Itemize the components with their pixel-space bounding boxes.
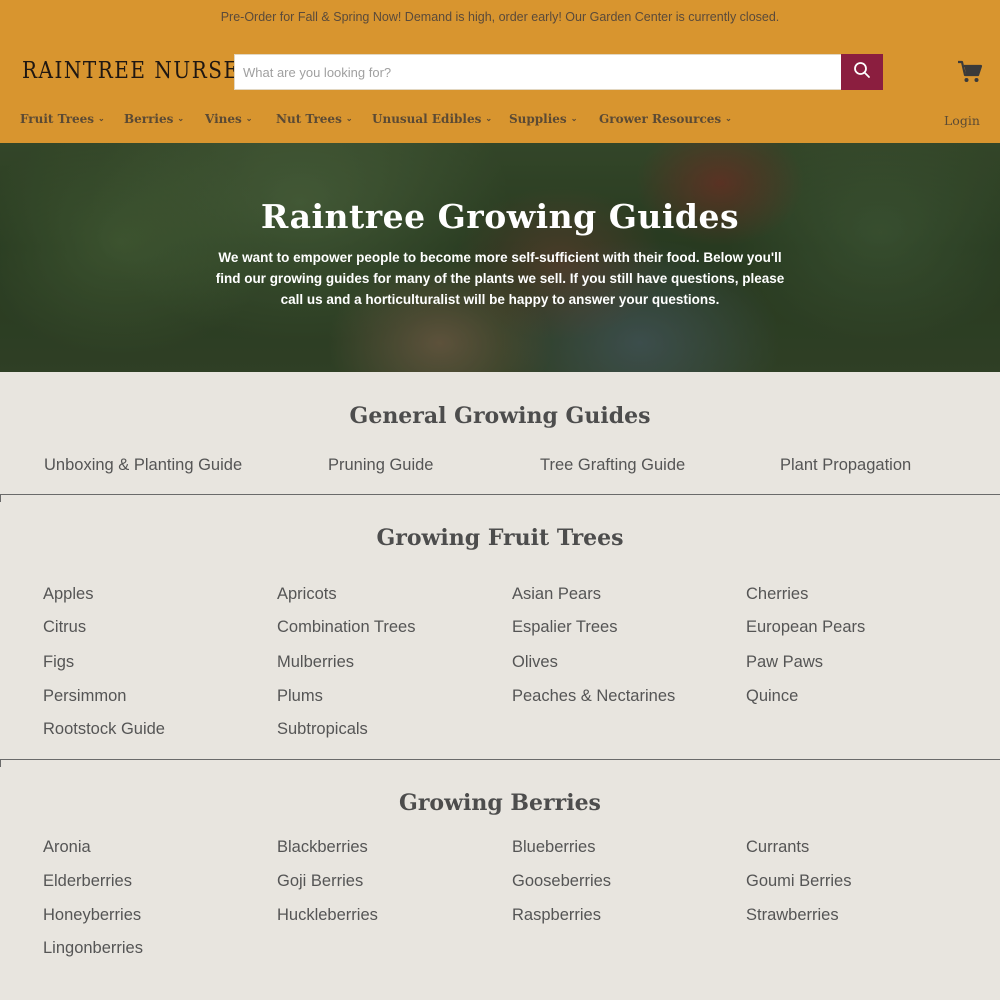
section-title-general: General Growing Guides [349,403,651,429]
section-divider [0,759,1000,760]
guide-link[interactable]: Strawberries [746,906,839,925]
guide-link[interactable]: Raspberries [512,906,601,925]
guide-link[interactable]: Pruning Guide [328,456,434,475]
guide-link[interactable]: Elderberries [43,872,132,891]
announcement-bar: Pre-Order for Fall & Spring Now! Demand … [220,10,780,24]
guide-link[interactable]: Olives [512,653,558,672]
chevron-down-icon: ⌄ [485,113,493,123]
nav-item-nut-trees[interactable]: Nut Trees ⌄ [276,112,353,126]
hero-description: We want to empower people to become more… [215,250,785,307]
page-title: Raintree Growing Guides [260,197,740,236]
guide-link[interactable]: Plums [277,687,323,706]
guide-link[interactable]: Honeyberries [43,906,141,925]
hero-banner: Raintree Growing Guides We want to empow… [0,143,1000,372]
nav-item-unusual-edibles[interactable]: Unusual Edibles ⌄ [372,112,492,126]
nav-label: Fruit Trees [20,112,95,126]
guide-link[interactable]: Tree Grafting Guide [540,456,685,475]
guide-link[interactable]: Huckleberries [277,906,378,925]
guide-link[interactable]: Lingonberries [43,939,143,958]
nav-label: Unusual Edibles [372,112,482,126]
guide-link[interactable]: Asian Pears [512,585,601,604]
chevron-down-icon: ⌄ [345,113,353,123]
guide-link[interactable]: Gooseberries [512,872,611,891]
nav-label: Nut Trees [276,112,342,126]
guide-link[interactable]: Apples [43,585,93,604]
guide-link[interactable]: Currants [746,838,809,857]
login-link[interactable]: Login [944,113,980,128]
divider-tick [0,494,1,502]
guide-link[interactable]: Persimmon [43,687,126,706]
guide-link[interactable]: Unboxing & Planting Guide [44,456,242,475]
nav-label: Berries [124,112,174,126]
search-button[interactable] [841,54,883,90]
guide-link[interactable]: Subtropicals [277,720,368,739]
guide-link[interactable]: Peaches & Nectarines [512,687,675,706]
cart-icon[interactable] [957,60,983,84]
chevron-down-icon: ⌄ [245,113,253,123]
main-nav: Fruit Trees ⌄ Berries ⌄ Vines ⌄ Nut Trees ⌄ … [0,108,1000,134]
guide-link[interactable]: Cherries [746,585,808,604]
chevron-down-icon: ⌄ [570,113,578,123]
guide-link[interactable]: Combination Trees [277,618,416,637]
search-bar [234,54,883,90]
guide-link[interactable]: Paw Paws [746,653,823,672]
nav-label: Vines [205,112,242,126]
nav-item-berries[interactable]: Berries ⌄ [124,112,184,126]
guide-link[interactable]: Rootstock Guide [43,720,165,739]
site-logo[interactable]: RAINTREE NURSERY [22,56,270,84]
guide-link[interactable]: Goumi Berries [746,872,851,891]
nav-item-vines[interactable]: Vines ⌄ [205,112,252,126]
chevron-down-icon: ⌄ [177,113,185,123]
chevron-down-icon: ⌄ [98,113,105,123]
guide-link[interactable]: Citrus [43,618,86,637]
guide-link[interactable]: Mulberries [277,653,354,672]
nav-label: Grower Resources [599,112,722,126]
guide-link[interactable]: Goji Berries [277,872,363,891]
nav-item-fruit-trees[interactable]: Fruit Trees ⌄ [20,112,105,126]
guide-link[interactable]: Plant Propagation [780,456,911,475]
guide-link[interactable]: Apricots [277,585,337,604]
nav-item-supplies[interactable]: Supplies ⌄ [509,112,577,126]
guide-link[interactable]: Quince [746,687,798,706]
guide-link[interactable]: European Pears [746,618,865,637]
nav-item-grower-resources[interactable]: Grower Resources ⌄ [599,112,732,126]
guide-link[interactable]: Espalier Trees [512,618,617,637]
divider-tick [0,759,1,767]
site-header: Pre-Order for Fall & Spring Now! Demand … [0,0,1000,143]
section-title-berries: Growing Berries [399,790,601,816]
nav-label: Supplies [509,112,567,126]
guide-link[interactable]: Blackberries [277,838,368,857]
search-input[interactable] [235,55,842,89]
guide-link[interactable]: Aronia [43,838,91,857]
guide-link[interactable]: Figs [43,653,74,672]
chevron-down-icon: ⌄ [725,113,732,123]
section-title-fruit-trees: Growing Fruit Trees [376,525,624,551]
search-icon [853,61,871,84]
guide-link[interactable]: Blueberries [512,838,595,857]
section-divider [0,494,1000,495]
